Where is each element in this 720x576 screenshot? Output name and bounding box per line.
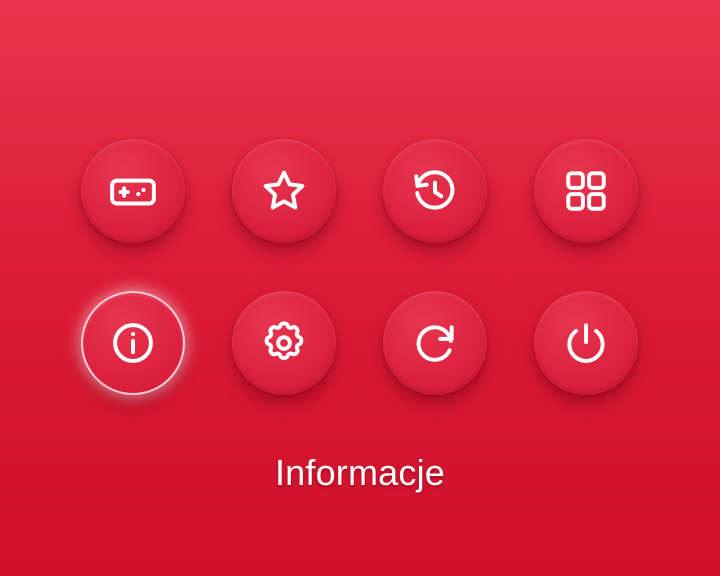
history-button[interactable] <box>383 139 487 243</box>
apps-button[interactable] <box>534 139 638 243</box>
star-icon <box>263 170 305 210</box>
history-icon <box>414 170 455 210</box>
favorites-button[interactable] <box>232 139 336 243</box>
games-button[interactable] <box>81 139 185 243</box>
menu-grid <box>81 139 638 395</box>
refresh-icon <box>416 325 454 362</box>
apps-grid-icon <box>566 171 606 211</box>
gamepad-icon <box>110 178 156 206</box>
settings-button[interactable] <box>232 291 336 395</box>
info-icon <box>113 323 153 363</box>
power-button[interactable] <box>534 291 638 395</box>
restart-button[interactable] <box>383 291 487 395</box>
gear-icon <box>264 321 304 361</box>
power-icon <box>567 323 605 363</box>
info-button[interactable] <box>81 291 185 395</box>
selected-item-label: Informacje <box>274 452 446 493</box>
